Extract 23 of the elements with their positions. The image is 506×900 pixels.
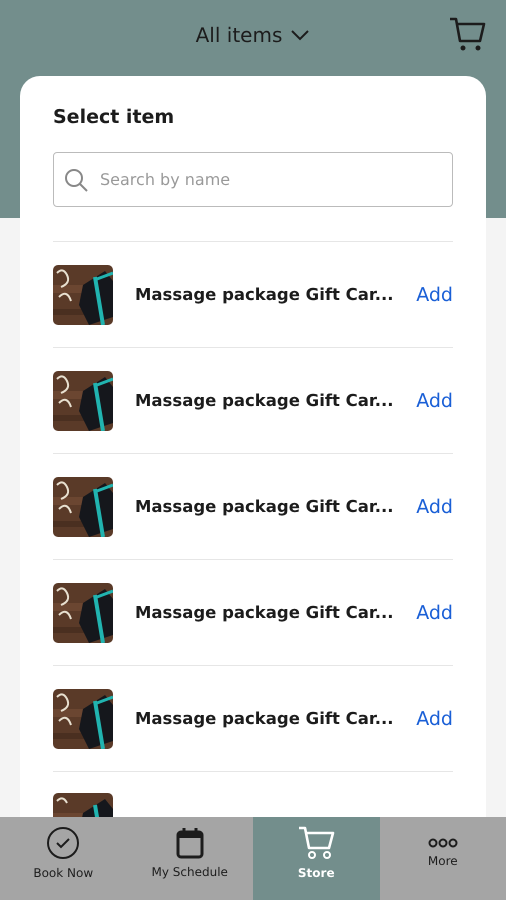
category-dropdown[interactable]: All items	[196, 23, 310, 47]
item-name: Massage package Gift Car...	[135, 497, 394, 516]
add-button[interactable]: Add	[416, 602, 453, 624]
chevron-down-icon	[290, 29, 310, 41]
nav-tab[interactable]: Book Now	[0, 817, 126, 900]
add-button[interactable]: Add	[416, 708, 453, 730]
add-button[interactable]: Add	[416, 284, 453, 306]
nav-tab[interactable]: More	[380, 817, 506, 900]
add-button[interactable]: Add	[416, 496, 453, 518]
cart-icon[interactable]	[448, 16, 486, 52]
item-name: Massage package Gift Car...	[135, 603, 394, 622]
nav-tab[interactable]: My Schedule	[126, 817, 253, 900]
search-field[interactable]: Search by name	[53, 152, 453, 207]
add-button[interactable]: Add	[416, 390, 453, 412]
calendar-icon	[174, 826, 205, 858]
check-circle-icon	[46, 826, 80, 860]
item-name: Massage package Gift Car...	[135, 391, 394, 410]
more-icon	[428, 838, 458, 848]
item-name: Massage package Gift Car...	[135, 285, 394, 304]
cart-icon	[297, 826, 336, 860]
nav-tab[interactable]: Store	[253, 817, 380, 900]
item-name: Massage package Gift Car...	[135, 709, 394, 728]
panel-title: Select item	[53, 106, 176, 128]
